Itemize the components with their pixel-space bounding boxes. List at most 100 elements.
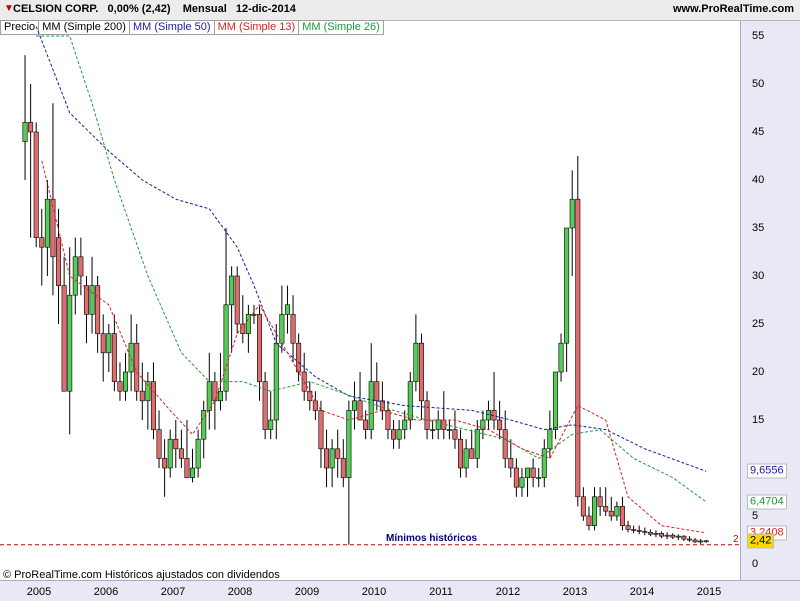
candle-up xyxy=(123,371,129,392)
candle-up xyxy=(474,429,480,459)
candle-up xyxy=(190,467,196,478)
candle-up xyxy=(251,314,257,316)
candle-down xyxy=(335,448,341,459)
y-tick-label: 20 xyxy=(752,366,765,378)
candle-up xyxy=(541,448,547,478)
candle-up xyxy=(268,419,274,430)
candle-down xyxy=(184,458,190,478)
candle-down xyxy=(234,275,240,325)
candle-down xyxy=(692,539,698,543)
y-tick-label: 15 xyxy=(752,414,765,426)
candle-down xyxy=(642,531,648,533)
y-tick-label: 30 xyxy=(752,270,765,282)
candle-down xyxy=(385,410,391,430)
candle-up xyxy=(614,506,620,517)
candle-up xyxy=(552,371,558,430)
candle-down xyxy=(134,342,140,392)
candle-down xyxy=(586,515,592,526)
candle-down xyxy=(659,532,665,537)
candle-down xyxy=(162,458,168,469)
candle-down xyxy=(318,410,324,450)
candle-down xyxy=(681,535,687,540)
candle-down xyxy=(111,333,117,382)
candle-down xyxy=(212,381,218,402)
candle-up xyxy=(106,333,112,354)
copyright-note: © ProRealTime.com Históricos ajustados c… xyxy=(3,569,280,581)
candle-up xyxy=(72,256,78,296)
candle-up xyxy=(284,304,290,315)
candle-up xyxy=(664,534,670,537)
x-tick-label: 2009 xyxy=(294,586,320,598)
candle-up xyxy=(569,198,575,229)
candle-up xyxy=(167,438,173,469)
candle-down xyxy=(603,506,609,512)
candle-up xyxy=(402,419,408,430)
candle-down xyxy=(497,419,503,430)
candle-down xyxy=(95,285,101,334)
y-tick-label: 50 xyxy=(752,78,765,90)
x-tick-label: 2007 xyxy=(160,586,186,598)
candle-up xyxy=(435,419,441,430)
candle-up xyxy=(351,400,357,411)
candle-down xyxy=(452,429,458,440)
candle-up xyxy=(547,429,553,450)
candle-down xyxy=(363,419,369,430)
candle-up xyxy=(195,438,201,469)
candle-up xyxy=(89,285,95,315)
candle-down xyxy=(296,342,302,373)
x-tick-label: 2008 xyxy=(227,586,253,598)
candle-down xyxy=(290,314,296,344)
candle-up xyxy=(229,275,235,306)
candle-down xyxy=(530,467,536,478)
y-tick-label: 5 xyxy=(752,510,759,522)
candle-up xyxy=(273,342,279,421)
candle-up xyxy=(44,198,50,248)
value-badge: 2,42 xyxy=(747,533,775,549)
candle-down xyxy=(100,333,106,354)
candle-up xyxy=(446,429,452,431)
candle-up xyxy=(564,227,570,344)
y-tick-label: 40 xyxy=(752,174,765,186)
y-tick-label: 25 xyxy=(752,318,765,330)
candle-up xyxy=(368,381,374,430)
all-time-low-label: Mínimos históricos xyxy=(386,533,478,544)
y-tick-label: 55 xyxy=(752,30,765,42)
candle-down xyxy=(28,122,34,133)
candle-up xyxy=(485,410,491,421)
candle-down xyxy=(508,458,514,469)
candle-down xyxy=(139,390,145,402)
candle-up xyxy=(279,314,285,344)
candle-down xyxy=(312,400,318,411)
x-tick-label: 2005 xyxy=(26,586,52,598)
candle-up xyxy=(407,381,413,421)
candle-up xyxy=(223,304,229,392)
candle-up xyxy=(653,532,659,535)
candle-down xyxy=(117,381,123,392)
x-tick-label: 2006 xyxy=(93,586,119,598)
price-chart[interactable] xyxy=(0,0,800,600)
candle-down xyxy=(156,429,162,459)
candle-up xyxy=(592,496,598,526)
candle-down xyxy=(686,538,692,541)
candle-down xyxy=(78,256,84,277)
candle-down xyxy=(469,448,475,459)
candle-up xyxy=(396,429,402,440)
moving-average-line xyxy=(41,160,707,534)
candle-down xyxy=(61,285,67,392)
candle-down xyxy=(39,237,45,248)
candle-down xyxy=(513,467,519,488)
candle-down xyxy=(580,496,586,517)
candle-down xyxy=(670,534,676,538)
candle-down xyxy=(178,448,184,459)
candle-up xyxy=(128,342,134,373)
candle-down xyxy=(575,198,581,498)
candle-down xyxy=(418,342,424,402)
candle-down xyxy=(608,510,614,517)
candle-down xyxy=(56,237,62,286)
all-time-low-value: 2 xyxy=(733,534,739,545)
candle-down xyxy=(631,529,637,531)
x-tick-label: 2013 xyxy=(562,586,588,598)
candle-down xyxy=(257,314,263,382)
candle-down xyxy=(340,458,346,478)
candle-up xyxy=(67,294,73,392)
